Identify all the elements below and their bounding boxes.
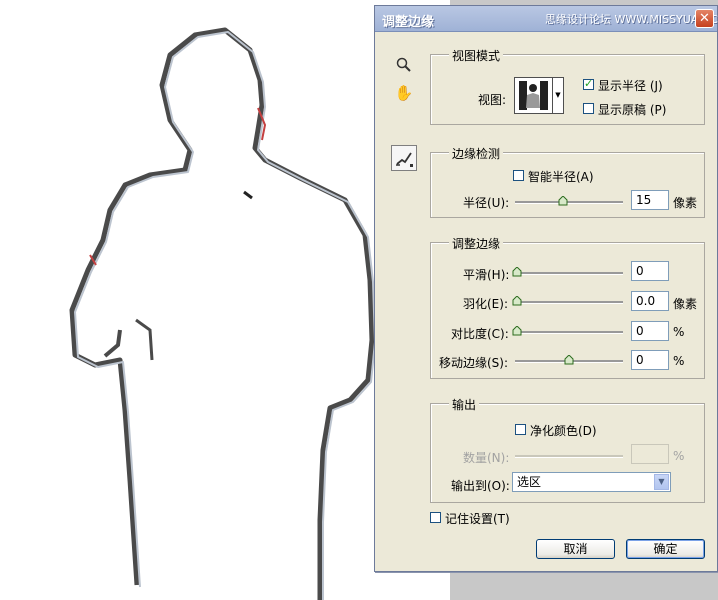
- cancel-button[interactable]: 取消: [536, 539, 615, 559]
- amount-input: [631, 444, 669, 464]
- show-original-label[interactable]: 显示原稿 (P): [598, 101, 666, 118]
- view-dropdown-arrow[interactable]: ▼: [553, 77, 564, 114]
- feather-label: 羽化(E):: [463, 297, 508, 311]
- radius-input[interactable]: 15: [631, 190, 669, 210]
- shift-edge-input[interactable]: 0: [631, 350, 669, 370]
- refine-edge-dialog: 调整边缘 思缘设计论坛 WWW.MISSYUAN.COM ✕ ✋ 视图模式 视图…: [374, 5, 718, 572]
- show-radius-label[interactable]: 显示半径 (J): [598, 77, 663, 94]
- feather-slider-thumb[interactable]: [512, 296, 522, 306]
- radius-slider-thumb[interactable]: [558, 196, 568, 206]
- output-group: 输出 净化颜色(D) 数量(N): % 输出到(O): 选区 ▼: [430, 396, 705, 503]
- feather-slider[interactable]: [512, 296, 623, 306]
- magnifier-icon[interactable]: [393, 54, 415, 76]
- contrast-slider-thumb[interactable]: [512, 326, 522, 336]
- show-radius-checkbox[interactable]: [583, 77, 594, 90]
- smooth-slider[interactable]: [512, 267, 623, 277]
- watermark: 思缘设计论坛 WWW.MISSYUAN.COM: [545, 13, 718, 26]
- shift-edge-label: 移动边缘(S):: [439, 356, 509, 370]
- amount-label: 数量(N):: [463, 451, 510, 465]
- adjust-edge-legend: 调整边缘: [449, 235, 504, 252]
- view-mode-legend: 视图模式: [449, 47, 504, 64]
- smart-radius-label[interactable]: 智能半径(A): [528, 168, 594, 185]
- view-thumbnail[interactable]: [514, 77, 553, 114]
- remember-settings-label[interactable]: 记住设置(T): [445, 510, 510, 527]
- smart-radius-checkbox[interactable]: [513, 170, 524, 181]
- adjust-edge-group: 调整边缘 平滑(H): 0 羽化(E): 0.0 像素 对比度(C): 0 % …: [430, 235, 705, 379]
- smooth-slider-thumb[interactable]: [512, 267, 522, 277]
- edge-detection-legend: 边缘检测: [449, 145, 504, 162]
- output-legend: 输出: [449, 396, 480, 413]
- refine-radius-brush-icon[interactable]: [391, 145, 417, 171]
- view-label: 视图:: [478, 93, 507, 107]
- decontaminate-label[interactable]: 净化颜色(D): [530, 422, 597, 439]
- radius-label: 半径(U):: [463, 196, 510, 210]
- edge-detection-group: 边缘检测 智能半径(A) 半径(U): 15 像素: [430, 145, 705, 218]
- show-original-checkbox[interactable]: [583, 103, 594, 114]
- output-to-label: 输出到(O):: [451, 479, 510, 493]
- amount-unit: %: [673, 449, 685, 463]
- ok-button[interactable]: 确定: [626, 539, 705, 559]
- chevron-down-icon[interactable]: ▼: [654, 474, 669, 490]
- dialog-title: 调整边缘: [382, 15, 435, 30]
- output-to-value: 选区: [517, 475, 542, 489]
- smooth-label: 平滑(H):: [463, 268, 510, 282]
- contrast-unit: %: [673, 325, 685, 339]
- radius-slider[interactable]: [515, 196, 623, 206]
- close-icon[interactable]: ✕: [695, 9, 714, 28]
- amount-slider: [515, 455, 623, 458]
- shift-edge-unit: %: [673, 354, 685, 368]
- feather-input[interactable]: 0.0: [631, 291, 669, 311]
- dialog-titlebar[interactable]: 调整边缘 思缘设计论坛 WWW.MISSYUAN.COM ✕: [375, 6, 718, 32]
- shift-edge-slider-thumb[interactable]: [564, 355, 574, 365]
- remember-settings-checkbox[interactable]: [430, 512, 441, 523]
- contrast-slider[interactable]: [512, 326, 623, 336]
- feather-unit: 像素: [673, 297, 698, 311]
- decontaminate-checkbox[interactable]: [515, 424, 526, 435]
- contrast-label: 对比度(C):: [451, 327, 509, 341]
- output-to-select[interactable]: 选区 ▼: [512, 472, 671, 492]
- contrast-input[interactable]: 0: [631, 321, 669, 341]
- radius-unit: 像素: [673, 196, 698, 210]
- shift-edge-slider[interactable]: [515, 355, 623, 365]
- hand-icon[interactable]: ✋: [393, 82, 415, 104]
- view-mode-group: 视图模式 视图: 显示半径 (J) 显示原稿 (P): [430, 47, 705, 125]
- smooth-input[interactable]: 0: [631, 261, 669, 281]
